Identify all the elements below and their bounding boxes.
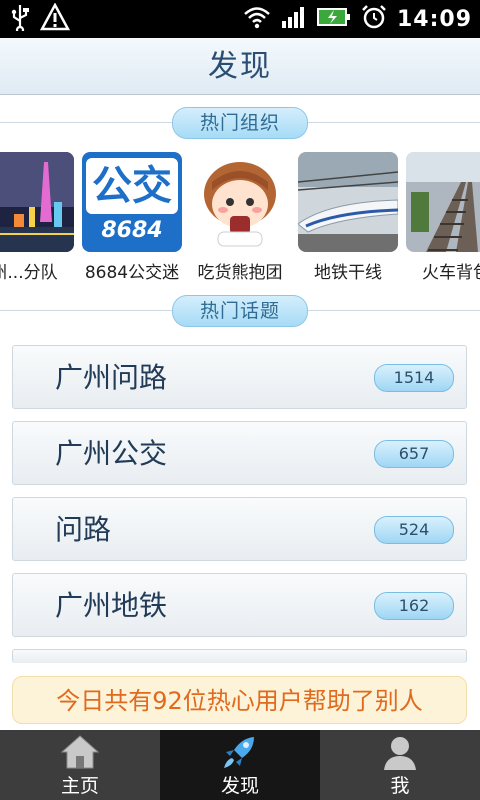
- group-image-bus-logo: 公交 8684: [82, 152, 182, 252]
- user-icon: [380, 734, 420, 776]
- hot-groups-carousel[interactable]: 州...分队 公交 8684 8684公交迷 吃货熊抱团: [0, 150, 480, 284]
- topic-count-badge: 1514: [374, 364, 454, 392]
- topic-name: 广州公交: [55, 437, 168, 470]
- topic-item[interactable]: 广州问路 1514: [12, 345, 467, 409]
- topic-count-badge: 524: [374, 516, 454, 544]
- group-item[interactable]: 地铁干线: [298, 150, 398, 284]
- group-label: 火车背包: [422, 263, 480, 283]
- bottom-nav: 主页 发现 我: [0, 730, 480, 800]
- home-icon: [60, 734, 100, 774]
- nav-discover-label: 发现: [220, 775, 259, 797]
- usb-icon: [10, 3, 30, 35]
- title-bar: 发现: [0, 38, 480, 95]
- hot-topics-title: 热门话题: [172, 295, 308, 327]
- topic-name: 问路: [55, 513, 112, 546]
- signal-icon: [281, 5, 307, 33]
- group-item[interactable]: 火车背包: [406, 150, 480, 284]
- group-image-cartoon: [190, 152, 290, 252]
- page-title: 发现: [208, 49, 272, 84]
- nav-me[interactable]: 我: [320, 730, 480, 800]
- rocket-icon: [220, 734, 260, 776]
- group-label: 吃货熊抱团: [197, 263, 283, 283]
- topic-item[interactable]: 问路 524: [12, 497, 467, 561]
- wifi-icon: [243, 5, 271, 33]
- topic-name: 广州地铁: [55, 589, 168, 622]
- group-item[interactable]: 公交 8684 8684公交迷: [82, 150, 182, 284]
- topic-item[interactable]: 广州公交 657: [12, 421, 467, 485]
- group-label: 地铁干线: [314, 263, 382, 283]
- nav-home[interactable]: 主页: [0, 730, 160, 800]
- status-bar: 14:09: [0, 0, 480, 38]
- group-item[interactable]: 吃货熊抱团: [190, 150, 290, 284]
- group-image-city: [0, 152, 74, 252]
- nav-home-label: 主页: [60, 775, 99, 797]
- warning-icon: [39, 2, 71, 35]
- nav-me-label: 我: [390, 775, 410, 797]
- topic-count-badge: 657: [374, 440, 454, 468]
- hot-groups-header: 热门组织: [0, 105, 480, 139]
- bus-logo-text: 公交: [86, 158, 178, 214]
- topic-name: 广州问路: [55, 361, 168, 394]
- nav-discover[interactable]: 发现: [160, 730, 320, 800]
- clock-time: 14:09: [396, 6, 472, 32]
- topic-count-badge: 162: [374, 592, 454, 620]
- hot-topics-header: 热门话题: [0, 293, 480, 327]
- group-label: 8684公交迷: [84, 263, 180, 283]
- group-item[interactable]: 州...分队: [0, 150, 74, 284]
- topic-item[interactable]: 广州地铁 162: [12, 573, 467, 637]
- group-image-tracks: [406, 152, 480, 252]
- battery-charging-icon: [316, 6, 351, 32]
- hot-groups-title: 热门组织: [172, 107, 308, 139]
- bus-logo-number: 8684: [101, 218, 163, 243]
- group-image-train: [298, 152, 398, 252]
- helper-notice: 今日共有92位热心用户帮助了别人: [12, 676, 467, 724]
- alarm-icon: [361, 4, 387, 34]
- topic-item-partial[interactable]: [12, 649, 467, 663]
